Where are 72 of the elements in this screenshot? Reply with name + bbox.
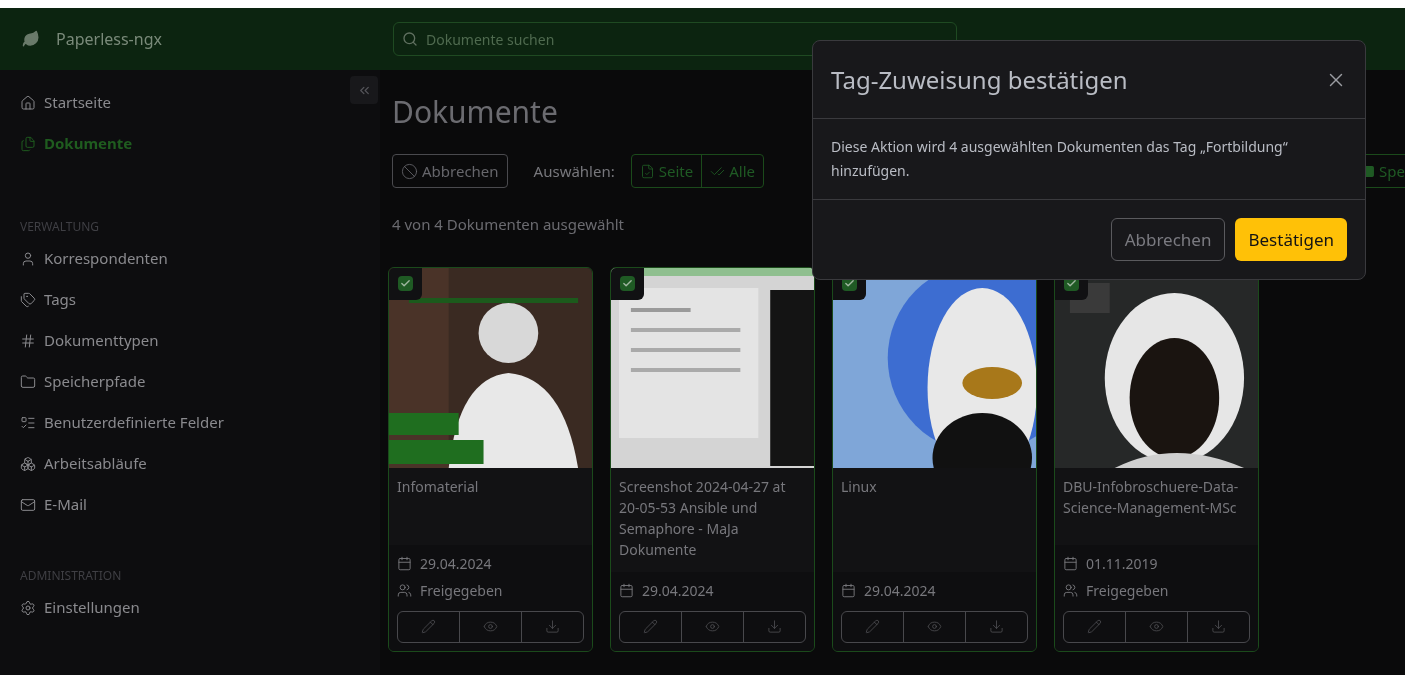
download-icon [989, 619, 1004, 634]
select-button[interactable]: Seite [631, 155, 703, 187]
document-title: Infomaterial [397, 475, 480, 497]
download-icon [767, 619, 782, 634]
select-label: Auswählen: [533, 159, 615, 183]
sidebar-item[interactable]: Startseite [0, 82, 380, 123]
sidebar-item[interactable]: Korrespondenten [0, 238, 380, 279]
select-button[interactable]: Alle [702, 155, 763, 187]
document-date: 29.04.2024 [420, 552, 492, 574]
file-check-icon [639, 163, 655, 179]
document-title: DBU-Infobroschuere-Data-Science-Management-MSc [1063, 475, 1240, 518]
check-icon [622, 278, 633, 289]
nav-icon [20, 291, 36, 308]
cancel-selection-button[interactable]: Abbrechen [392, 154, 508, 188]
document-card[interactable]: Screenshot 2024-04-27 at 20-05-53 Ansible und Semaphore - MaJa Dokumente 29.04.2024 [610, 266, 815, 652]
download-icon [545, 619, 560, 634]
cancel-button[interactable]: Abbrechen [1110, 218, 1226, 261]
calendar-icon [1063, 555, 1078, 571]
eye-icon [483, 619, 498, 634]
calendar-icon [841, 582, 856, 598]
card-checkbox[interactable] [398, 276, 413, 291]
eye-icon [927, 619, 942, 634]
selection-status: 4 von 4 Dokumenten ausgewählt [392, 213, 625, 236]
sidebar-item[interactable]: Speicherpfade [0, 361, 380, 402]
nav-icon [20, 332, 36, 349]
nav-icon [20, 455, 36, 472]
users-icon [397, 582, 412, 598]
dialog-message: Diese Aktion wird 4 ausgewählten Dokumenten das Tag „Fortbildung“ hinzufügen. [831, 136, 1289, 182]
pencil-icon [865, 619, 880, 634]
collapse-sidebar-button[interactable] [350, 76, 378, 104]
pencil-icon [421, 619, 436, 634]
check-icon [400, 278, 411, 289]
pencil-icon [643, 619, 658, 634]
pencil-icon [1087, 619, 1102, 634]
sidebar-item[interactable]: Arbeitsabläufe [0, 443, 380, 484]
ban-icon [401, 162, 418, 180]
nav-icon [20, 94, 36, 111]
sidebar-item[interactable]: Einstellungen [0, 587, 380, 628]
sidebar-item[interactable]: Dokumente [0, 123, 380, 164]
sidebar-item[interactable]: Benutzerdefinierte Felder [0, 402, 380, 443]
eye-icon [705, 619, 720, 634]
check-icon [1066, 278, 1077, 289]
search-icon [402, 31, 418, 47]
calendar-icon [619, 582, 634, 598]
nav-icon [20, 135, 36, 152]
check-icon [844, 278, 855, 289]
document-date: 29.04.2024 [864, 579, 936, 601]
nav-icon [20, 250, 36, 267]
document-title: Screenshot 2024-04-27 at 20-05-53 Ansible und Semaphore - MaJa Dokumente [619, 475, 787, 560]
calendar-icon [397, 555, 412, 571]
leaf-logo-icon [22, 30, 40, 48]
confirm-button[interactable]: Bestätigen [1235, 218, 1347, 261]
shared-status: Freigegeben [420, 579, 503, 601]
users-icon [1063, 582, 1078, 598]
document-title: Linux [841, 475, 878, 497]
shared-status: Freigegeben [1086, 579, 1169, 601]
download-icon [1211, 619, 1226, 634]
document-date: 01.11.2019 [1086, 552, 1158, 574]
sidebar-item[interactable]: Tags [0, 279, 380, 320]
sidebar-item[interactable]: Dokumenttypen [0, 320, 380, 361]
document-card[interactable]: Infomaterial 29.04.2024 Freigegeben [388, 266, 593, 652]
app-name[interactable]: Paperless-ngx [56, 27, 162, 51]
page-title: Dokumente [392, 92, 559, 132]
document-date: 29.04.2024 [642, 579, 714, 601]
card-checkbox[interactable] [620, 276, 635, 291]
nav-icon [20, 496, 36, 513]
nav-icon [20, 414, 36, 431]
eye-icon [1149, 619, 1164, 634]
dialog-title: Tag-Zuweisung bestätigen [831, 61, 1128, 98]
nav-icon [20, 373, 36, 390]
nav-icon [20, 599, 36, 616]
sidebar-item[interactable]: E-Mail [0, 484, 380, 525]
